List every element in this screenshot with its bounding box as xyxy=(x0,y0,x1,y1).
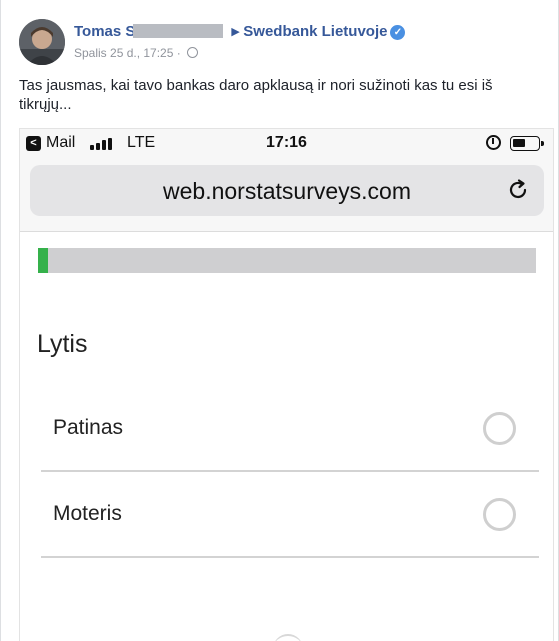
phone-status-bar: < Mail LTE 17:16 xyxy=(20,129,553,159)
battery-icon xyxy=(510,136,544,151)
post-timestamp[interactable]: Spalis 25 d., 17:25 · xyxy=(74,46,181,60)
browser-toolbar: web.norstatsurveys.com xyxy=(20,159,553,232)
progress-fill xyxy=(38,248,48,273)
globe-icon[interactable] xyxy=(187,47,199,58)
question-title: Lytis xyxy=(37,330,88,358)
verified-check-icon: ✓ xyxy=(390,25,406,40)
alarm-icon xyxy=(486,135,501,150)
url-text: web.norstatsurveys.com xyxy=(163,178,411,204)
survey-progress-bar xyxy=(38,248,536,273)
partial-element xyxy=(273,634,303,641)
radio-button[interactable] xyxy=(483,498,516,531)
author-name[interactable]: Tomas S xyxy=(74,23,135,40)
facebook-post: Tomas S ▸ Swedbank Lietuvoje ✓ Spalis 25 … xyxy=(0,0,559,641)
redaction-bar xyxy=(133,24,224,38)
embedded-phone-screenshot[interactable]: < Mail LTE 17:16 web.norstatsurveys.com … xyxy=(19,128,554,641)
address-bar[interactable]: web.norstatsurveys.com xyxy=(30,165,544,216)
survey-option[interactable]: Patinas xyxy=(41,387,539,472)
post-text: Tas jausmas, kai tavo bankas daro apklau… xyxy=(19,77,493,113)
survey-option[interactable]: Moteris xyxy=(41,473,539,558)
avatar[interactable] xyxy=(19,19,65,65)
radio-button[interactable] xyxy=(483,412,516,445)
option-label: Moteris xyxy=(53,502,122,525)
reload-icon[interactable] xyxy=(506,178,530,202)
status-time: 17:16 xyxy=(266,134,307,151)
post-author: Tomas S ▸ Swedbank Lietuvoje ✓ xyxy=(74,22,406,40)
page-name[interactable]: Swedbank Lietuvoje xyxy=(243,23,387,40)
arrow-separator-icon: ▸ xyxy=(231,23,244,40)
post-meta: Spalis 25 d., 17:25 · xyxy=(74,46,199,60)
option-label: Patinas xyxy=(53,416,124,439)
